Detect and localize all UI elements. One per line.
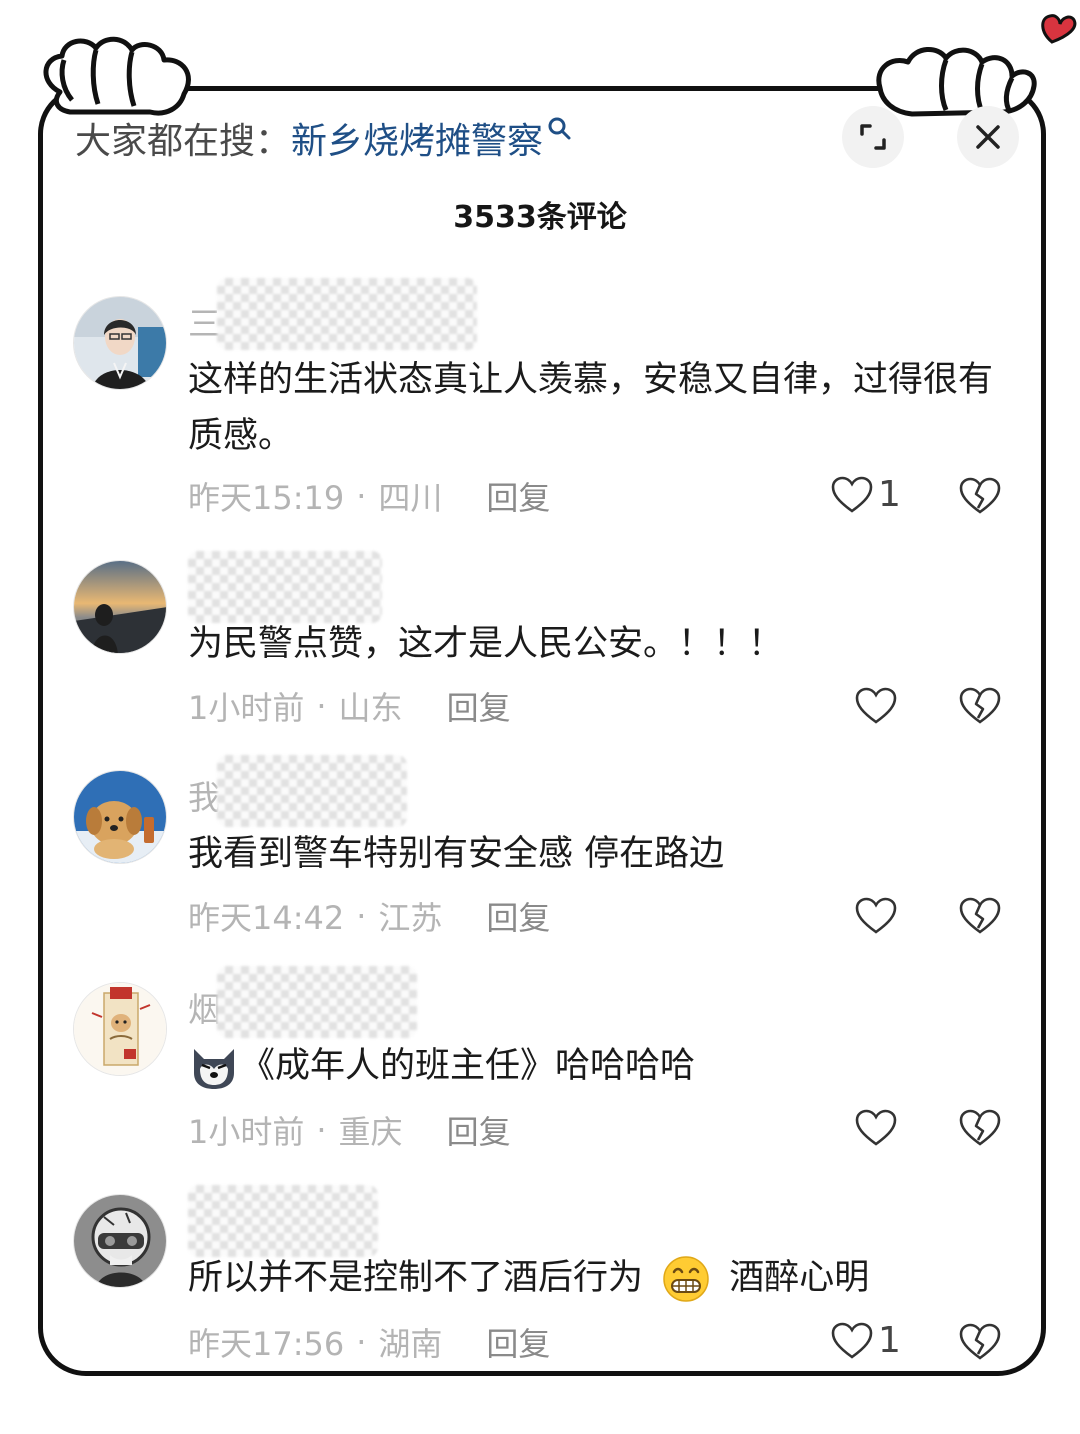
broken-heart-icon [959,687,1001,724]
comment-text: 我看到警车特别有安全感 停在路边 [188,834,725,874]
comment-location: 四川 [378,479,443,517]
dislike-button[interactable] [958,476,1002,520]
comment-location: 江苏 [378,899,443,937]
username-mosaic [217,755,407,827]
avatar[interactable] [73,982,167,1076]
like-button[interactable]: 1 [830,1320,901,1361]
heart-icon [855,1109,897,1146]
comment-text: 所以并不是控制不了酒后行为 酒醉心明 [188,1250,1018,1306]
search-suggestion-keyword[interactable]: 新乡烧烤摊警察 [291,112,543,164]
comment-time: 1小时前 [188,689,305,727]
comment-meta: 昨天17:56 · 湖南 回复 [188,1320,550,1364]
username[interactable] [188,1185,378,1257]
avatar[interactable] [73,296,167,390]
comment-meta: 1小时前 · 山东 回复 [188,684,511,728]
comment-text-after-emoji: 酒醉心明 [729,1258,870,1298]
like-button[interactable] [854,896,898,936]
comment-location: 山东 [338,689,403,727]
expand-icon [860,124,886,150]
comment-text: 《成年人的班主任》哈哈哈哈 [188,1038,1018,1094]
dislike-button[interactable] [958,896,1002,940]
comment-count-title: 3533条评论 [453,200,627,235]
username-mosaic [217,966,417,1038]
comment-meta: 1小时前 · 重庆 回复 [188,1108,511,1152]
comment-location: 重庆 [338,1113,403,1151]
broken-heart-icon [959,1323,1001,1360]
like-button[interactable] [854,686,898,726]
like-button[interactable] [854,1108,898,1148]
search-icon[interactable] [547,116,573,142]
close-button[interactable] [957,106,1019,168]
comment-text-content: 《成年人的班主任》哈哈哈哈 [240,1046,696,1086]
broken-heart-icon [959,1109,1001,1146]
username[interactable]: 我 [188,755,407,827]
heart-icon [831,1322,873,1358]
comment-time: 1小时前 [188,1113,305,1151]
comment-meta: 昨天15:19 · 四川 回复 [188,474,550,518]
like-button[interactable]: 1 [830,474,901,515]
comment-text: 这样的生活状态真让人羡慕，安稳又自律，过得很有质感。 [188,360,994,456]
comment-time: 昨天17:56 [188,1325,345,1363]
username-mosaic [188,1185,378,1257]
dislike-button[interactable] [958,686,1002,730]
username-mosaic [217,278,477,350]
avatar[interactable] [73,770,167,864]
comment-text: 为民警点赞，这才是人民公安。！！！ [188,624,784,664]
comment-location: 湖南 [378,1325,443,1363]
comment-time: 昨天14:42 [188,899,345,937]
reply-button[interactable]: 回复 [486,1319,550,1365]
comment-panel-frame [38,86,1046,1376]
reply-button[interactable]: 回复 [486,893,550,939]
avatar[interactable] [73,1194,167,1288]
like-count: 1 [878,1320,901,1361]
comment-meta: 昨天14:42 · 江苏 回复 [188,894,550,938]
reply-button[interactable]: 回复 [486,473,550,519]
search-suggestion-prefix: 大家都在搜： [75,121,292,162]
username[interactable]: 烟 [188,966,417,1038]
expand-button[interactable] [842,106,904,168]
username[interactable]: 三 [188,278,477,350]
comment-text-before-emoji: 所以并不是控制不了酒后行为 [188,1258,644,1298]
heart-icon [855,897,897,934]
like-count: 1 [878,474,901,515]
husky-dog-emoji [194,1049,234,1089]
dislike-button[interactable] [958,1108,1002,1152]
username[interactable] [188,551,382,623]
broken-heart-icon [959,897,1001,934]
search-suggestion[interactable]: 大家都在搜： 新乡烧烤摊警察 [75,112,573,164]
close-icon [976,125,1000,149]
comment-time: 昨天15:19 [188,479,345,517]
avatar[interactable] [73,560,167,654]
username-mosaic [188,551,382,623]
heart-icon [855,687,897,724]
grinning-face-emoji [663,1256,709,1302]
reply-button[interactable]: 回复 [447,1107,511,1153]
heart-icon [831,476,873,512]
reply-button[interactable]: 回复 [447,683,511,729]
broken-heart-icon [959,477,1001,514]
dislike-button[interactable] [958,1322,1002,1366]
red-heart-icon [1041,14,1077,44]
